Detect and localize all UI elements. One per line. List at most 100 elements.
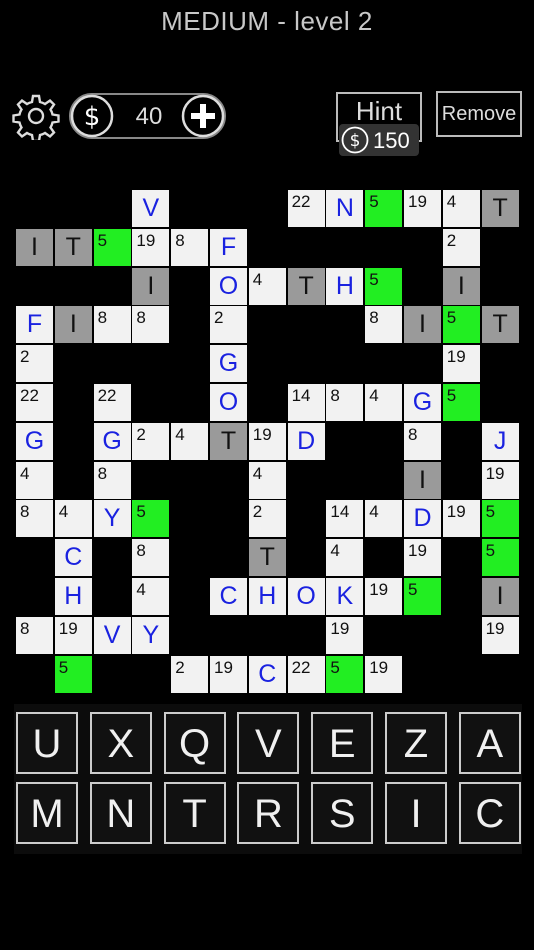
- grid-cell-number[interactable]: 4: [54, 500, 92, 538]
- grid-cell-number[interactable]: 19: [365, 655, 403, 693]
- key-z[interactable]: Z: [385, 712, 447, 774]
- grid-cell-highlighted[interactable]: 5: [442, 384, 480, 421]
- grid-cell-letter[interactable]: I: [442, 267, 480, 305]
- grid-cell-number[interactable]: 19: [404, 190, 441, 227]
- grid-cell-highlighted[interactable]: 5: [132, 500, 170, 538]
- grid-cell-letter[interactable]: H: [248, 578, 286, 615]
- hint-cost-badge[interactable]: $ 150: [339, 124, 419, 156]
- grid-cell-number[interactable]: 4: [132, 578, 170, 615]
- grid-cell-number[interactable]: 2: [210, 306, 247, 344]
- grid-cell-number[interactable]: 22: [16, 384, 53, 421]
- grid-cell-number[interactable]: 4: [442, 190, 480, 227]
- grid-cell-letter[interactable]: G: [210, 345, 247, 383]
- grid-cell-letter[interactable]: G: [93, 422, 131, 460]
- grid-cell-number[interactable]: 19: [481, 616, 519, 654]
- key-s[interactable]: S: [311, 782, 374, 844]
- grid-cell-number[interactable]: 2: [132, 422, 170, 460]
- grid-cell-number[interactable]: 19: [404, 539, 441, 577]
- grid-cell-highlighted[interactable]: 5: [442, 306, 480, 344]
- grid-cell-number[interactable]: 19: [442, 345, 480, 383]
- grid-cell-letter[interactable]: D: [404, 500, 441, 538]
- grid-cell-number[interactable]: 4: [16, 461, 53, 499]
- grid-cell-letter[interactable]: G: [16, 422, 53, 460]
- grid-cell-highlighted[interactable]: 5: [481, 500, 519, 538]
- grid-cell-number[interactable]: 8: [93, 306, 131, 344]
- grid-cell-number[interactable]: 19: [248, 422, 286, 460]
- grid-cell-number[interactable]: 22: [287, 190, 325, 227]
- grid-cell-highlighted[interactable]: 5: [481, 539, 519, 577]
- key-r[interactable]: R: [237, 782, 300, 844]
- grid-cell-letter[interactable]: N: [326, 190, 364, 227]
- grid-cell-number[interactable]: 4: [248, 267, 286, 305]
- grid-cell-letter[interactable]: O: [210, 384, 247, 421]
- grid-cell-letter[interactable]: H: [326, 267, 364, 305]
- grid-cell-number[interactable]: 4: [365, 500, 403, 538]
- grid-cell-letter[interactable]: D: [287, 422, 325, 460]
- grid-cell-number[interactable]: 8: [171, 228, 209, 266]
- grid-cell-highlighted[interactable]: 5: [93, 228, 131, 266]
- grid-cell-letter[interactable]: T: [210, 422, 247, 460]
- grid-cell-number[interactable]: 8: [93, 461, 131, 499]
- grid-cell-letter[interactable]: Y: [132, 616, 170, 654]
- grid-cell-letter[interactable]: F: [210, 228, 247, 266]
- grid-cell-number[interactable]: 2: [248, 500, 286, 538]
- grid-cell-letter[interactable]: G: [404, 384, 441, 421]
- grid-cell-number[interactable]: 2: [171, 655, 209, 693]
- grid-cell-number[interactable]: 19: [365, 578, 403, 615]
- grid-cell-letter[interactable]: F: [16, 306, 53, 344]
- grid-cell-number[interactable]: 19: [132, 228, 170, 266]
- grid-cell-highlighted[interactable]: 5: [326, 655, 364, 693]
- grid-cell-letter[interactable]: I: [404, 461, 441, 499]
- key-a[interactable]: A: [458, 712, 521, 774]
- grid-cell-letter[interactable]: I: [481, 578, 519, 615]
- key-n[interactable]: N: [89, 782, 152, 844]
- key-q[interactable]: Q: [163, 712, 226, 774]
- grid-cell-letter[interactable]: H: [54, 578, 92, 615]
- grid-cell-number[interactable]: 14: [326, 500, 364, 538]
- grid-cell-letter[interactable]: C: [54, 539, 92, 577]
- grid-cell-number[interactable]: 4: [365, 384, 403, 421]
- grid-cell-letter[interactable]: I: [54, 306, 92, 344]
- grid-cell-number[interactable]: 4: [171, 422, 209, 460]
- grid-cell-letter[interactable]: O: [287, 578, 325, 615]
- grid-cell-letter[interactable]: J: [481, 422, 519, 460]
- grid-cell-number[interactable]: 14: [287, 384, 325, 421]
- grid-cell-number[interactable]: 8: [326, 384, 364, 421]
- grid-cell-number[interactable]: 19: [54, 616, 92, 654]
- grid-cell-letter[interactable]: I: [132, 267, 170, 305]
- key-i[interactable]: I: [385, 782, 447, 844]
- key-v[interactable]: V: [237, 712, 300, 774]
- grid-cell-letter[interactable]: V: [132, 190, 170, 227]
- grid-cell-number[interactable]: 8: [132, 539, 170, 577]
- grid-cell-number[interactable]: 19: [326, 616, 364, 654]
- grid-cell-number[interactable]: 19: [442, 500, 480, 538]
- key-m[interactable]: M: [16, 782, 78, 844]
- grid-cell-letter[interactable]: V: [93, 616, 131, 654]
- grid-cell-highlighted[interactable]: 5: [365, 190, 403, 227]
- grid-cell-letter[interactable]: O: [210, 267, 247, 305]
- grid-cell-letter[interactable]: T: [248, 539, 286, 577]
- grid-cell-letter[interactable]: Y: [93, 500, 131, 538]
- key-e[interactable]: E: [311, 712, 374, 774]
- grid-cell-highlighted[interactable]: 5: [365, 267, 403, 305]
- grid-cell-number[interactable]: 19: [481, 461, 519, 499]
- grid-cell-number[interactable]: 22: [287, 655, 325, 693]
- grid-cell-number[interactable]: 8: [16, 500, 53, 538]
- grid-cell-number[interactable]: 2: [442, 228, 480, 266]
- grid-cell-letter[interactable]: I: [16, 228, 53, 266]
- grid-cell-number[interactable]: 4: [248, 461, 286, 499]
- grid-cell-highlighted[interactable]: 5: [54, 655, 92, 693]
- remove-button[interactable]: Remove: [436, 91, 522, 137]
- grid-cell-number[interactable]: 19: [210, 655, 247, 693]
- grid-cell-letter[interactable]: T: [54, 228, 92, 266]
- grid-cell-number[interactable]: 4: [326, 539, 364, 577]
- key-x[interactable]: X: [89, 712, 152, 774]
- key-u[interactable]: U: [16, 712, 78, 774]
- grid-cell-number[interactable]: 2: [16, 345, 53, 383]
- grid-cell-highlighted[interactable]: 5: [404, 578, 441, 615]
- grid-cell-number[interactable]: 8: [365, 306, 403, 344]
- key-t[interactable]: T: [163, 782, 226, 844]
- grid-cell-number[interactable]: 8: [404, 422, 441, 460]
- grid-cell-number[interactable]: 8: [16, 616, 53, 654]
- grid-cell-letter[interactable]: I: [404, 306, 441, 344]
